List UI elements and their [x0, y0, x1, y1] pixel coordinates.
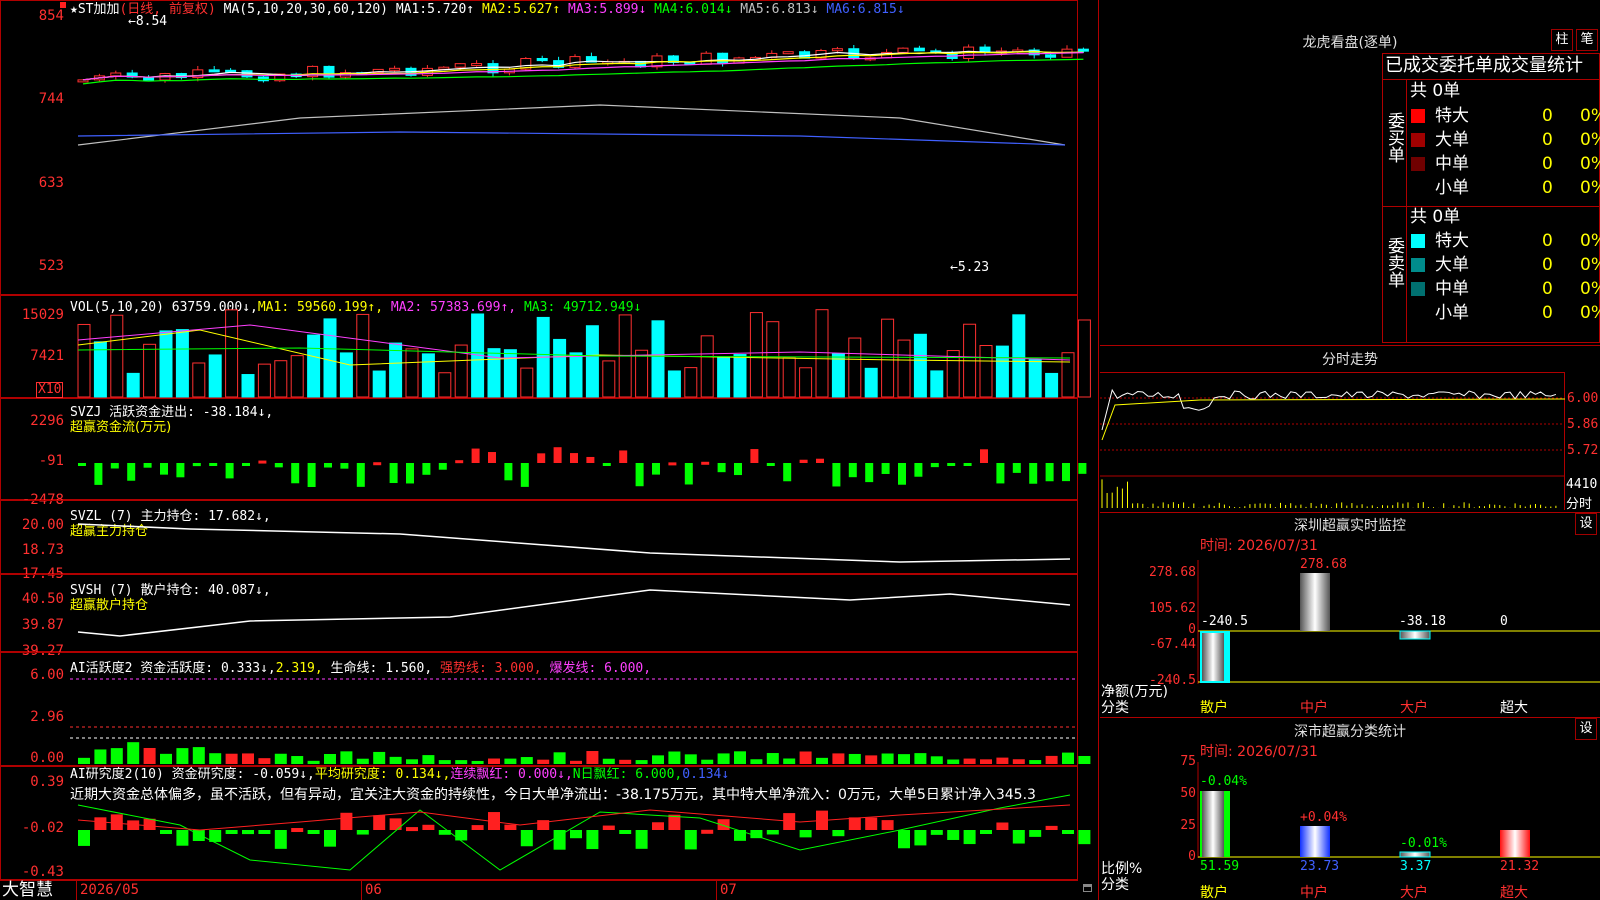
class-bar-mid	[1300, 826, 1330, 857]
sz-class-canvas	[1197, 762, 1600, 858]
class-bar-retail	[1202, 791, 1224, 857]
class-bar-super	[1500, 830, 1530, 857]
class-bar-big	[1399, 851, 1431, 858]
